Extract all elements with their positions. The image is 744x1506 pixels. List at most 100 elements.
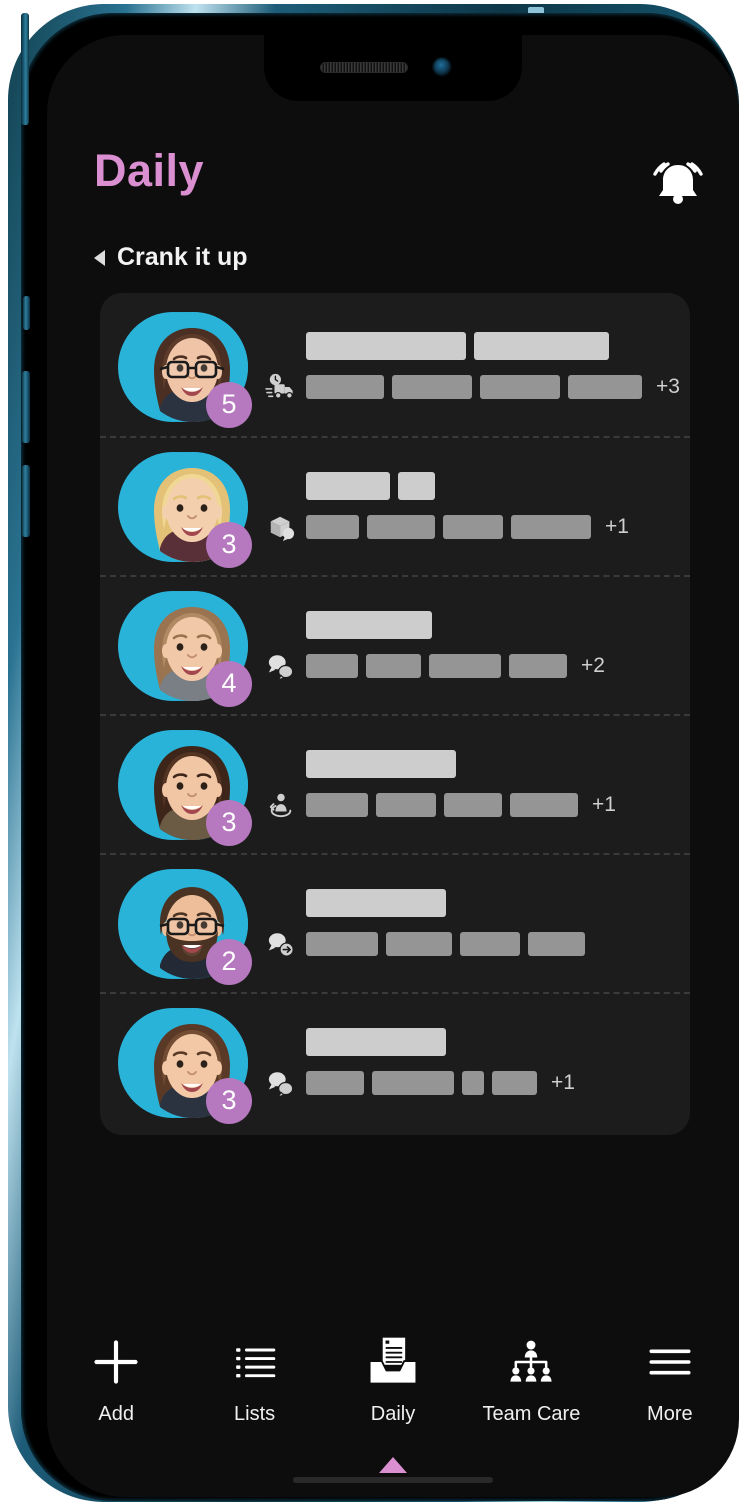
person-reassign-icon xyxy=(264,790,298,820)
active-tab-indicator xyxy=(379,1457,408,1473)
placeholder-bar xyxy=(509,653,567,678)
list-item[interactable]: 3 +1 xyxy=(100,992,690,1131)
row-content: +1 xyxy=(250,1027,672,1098)
silent-switch-button[interactable] xyxy=(23,296,30,330)
primary-bar-line xyxy=(264,471,672,500)
placeholder-bar xyxy=(492,1070,537,1095)
avatar[interactable]: 3 xyxy=(118,1002,252,1124)
avatar[interactable]: 3 xyxy=(118,446,252,568)
overflow-count: +3 xyxy=(656,374,680,398)
placeholder-bar xyxy=(474,331,609,360)
placeholder-bar xyxy=(306,331,466,360)
speaker-grille xyxy=(320,62,408,73)
volume-down-button[interactable] xyxy=(22,465,30,537)
app-header: Daily xyxy=(47,131,739,251)
placeholder-bar xyxy=(306,610,432,639)
tab-label: Lists xyxy=(234,1403,276,1425)
overflow-count: +1 xyxy=(605,514,629,538)
speech-bubble-arrow-icon xyxy=(264,929,298,959)
phone-bezel: Daily Crank it up 5 +3 3 +1 4 +2 3 +1 2 … xyxy=(21,13,739,1501)
tab-label: Daily xyxy=(370,1403,416,1425)
placeholder-bar xyxy=(306,514,359,539)
bullet-list-icon xyxy=(231,1333,279,1391)
count-badge: 2 xyxy=(206,938,252,985)
placeholder-bar xyxy=(386,931,452,956)
placeholder-bar xyxy=(376,792,436,817)
placeholder-bar xyxy=(366,653,421,678)
count-badge: 5 xyxy=(206,381,252,428)
bottom-tab-bar: Add Lists Daily Team Care More xyxy=(47,1327,739,1473)
secondary-bar-line: +1 xyxy=(264,512,672,542)
list-item[interactable]: 5 +3 xyxy=(100,297,690,436)
secondary-bar-line: +1 xyxy=(264,790,672,820)
phone-frame: Daily Crank it up 5 +3 3 +1 4 +2 3 +1 2 … xyxy=(8,4,739,1502)
tab-daily[interactable]: Daily xyxy=(324,1327,462,1473)
placeholder-bar xyxy=(462,1070,484,1095)
page-title: Daily xyxy=(94,145,205,196)
breadcrumb[interactable]: Crank it up xyxy=(94,243,248,272)
home-indicator xyxy=(293,1477,493,1483)
placeholder-bar xyxy=(460,931,520,956)
tab-more[interactable]: More xyxy=(601,1327,739,1455)
caret-left-icon[interactable] xyxy=(94,249,105,266)
placeholder-bar xyxy=(443,514,503,539)
avatar[interactable]: 5 xyxy=(118,306,252,428)
front-camera-icon xyxy=(432,57,452,77)
placeholder-bar xyxy=(306,931,378,956)
placeholder-bar xyxy=(306,749,456,778)
volume-up-button[interactable] xyxy=(22,371,30,443)
placeholder-bar xyxy=(306,471,390,500)
delivery-truck-clock-icon xyxy=(264,372,298,402)
placeholder-bar xyxy=(306,374,384,399)
list-item[interactable]: 4 +2 xyxy=(100,575,690,714)
avatar[interactable]: 2 xyxy=(118,863,252,985)
daily-list-card: 5 +3 3 +1 4 +2 3 +1 2 3 +1 xyxy=(100,293,690,1135)
placeholder-bar xyxy=(480,374,560,399)
two-speech-bubbles-icon xyxy=(264,651,298,681)
list-item[interactable]: 3 +1 xyxy=(100,436,690,575)
secondary-bar-line: +2 xyxy=(264,651,672,681)
package-message-icon xyxy=(264,512,298,542)
placeholder-bar xyxy=(306,1027,446,1056)
avatar[interactable]: 4 xyxy=(118,585,252,707)
placeholder-bar xyxy=(306,653,358,678)
avatar[interactable]: 3 xyxy=(118,724,252,846)
tab-team-care[interactable]: Team Care xyxy=(462,1327,600,1455)
placeholder-bar xyxy=(392,374,472,399)
inbox-tray-icon xyxy=(364,1333,422,1391)
row-content: +3 xyxy=(250,331,680,402)
power-button[interactable] xyxy=(21,13,29,125)
org-chart-icon xyxy=(506,1333,556,1391)
placeholder-bar xyxy=(429,653,501,678)
list-item[interactable]: 2 xyxy=(100,853,690,992)
placeholder-bar xyxy=(510,792,578,817)
primary-bar-line xyxy=(264,888,672,917)
secondary-bar-line: +3 xyxy=(264,372,680,402)
row-content: +2 xyxy=(250,610,672,681)
count-badge: 3 xyxy=(206,1077,252,1124)
row-content: +1 xyxy=(250,471,672,542)
overflow-count: +2 xyxy=(581,653,605,677)
count-badge: 3 xyxy=(206,521,252,568)
tab-lists[interactable]: Lists xyxy=(185,1327,323,1455)
primary-bar-line xyxy=(264,331,680,360)
placeholder-bar xyxy=(367,514,435,539)
tab-label: Team Care xyxy=(482,1403,581,1425)
placeholder-bar xyxy=(511,514,591,539)
list-item[interactable]: 3 +1 xyxy=(100,714,690,853)
primary-bar-line xyxy=(264,749,672,778)
placeholder-bar xyxy=(444,792,502,817)
phone-screen: Daily Crank it up 5 +3 3 +1 4 +2 3 +1 2 … xyxy=(47,35,739,1497)
subheader-title: Crank it up xyxy=(117,243,248,271)
tab-label: More xyxy=(647,1403,693,1425)
placeholder-bar xyxy=(528,931,585,956)
placeholder-bar xyxy=(306,1070,364,1095)
placeholder-bar xyxy=(568,374,642,399)
notification-bell-icon[interactable] xyxy=(647,149,709,211)
hamburger-icon xyxy=(645,1333,695,1391)
secondary-bar-line xyxy=(264,929,672,959)
placeholder-bar xyxy=(306,888,446,917)
tab-add[interactable]: Add xyxy=(47,1327,185,1455)
two-speech-bubbles-icon xyxy=(264,1068,298,1098)
count-badge: 3 xyxy=(206,799,252,846)
